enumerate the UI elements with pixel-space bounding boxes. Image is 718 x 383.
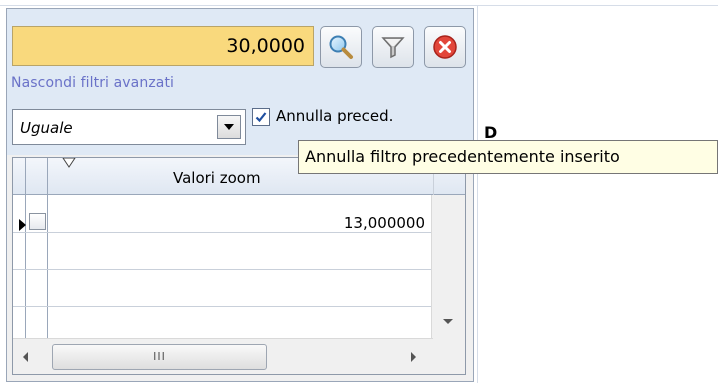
tooltip: Annulla filtro precedentemente inserito — [298, 140, 718, 174]
hide-advanced-filters-link[interactable]: Nascondi filtri avanzati — [11, 75, 174, 91]
close-icon — [433, 35, 457, 59]
checkmark-icon — [255, 112, 267, 123]
filter-panel: 30,0000 Nascondi filtri avanzati Uguale — [6, 8, 474, 382]
operator-select-value: Uguale — [20, 119, 73, 137]
filter-value-field[interactable]: 30,0000 — [12, 26, 314, 66]
row-divider — [13, 232, 433, 233]
annulla-preced-checkbox[interactable] — [252, 108, 270, 126]
clear-filter-button[interactable] — [424, 26, 466, 68]
values-grid: Valori zoom 13,000000 III — [12, 157, 466, 375]
filter-button[interactable] — [372, 26, 414, 68]
scroll-left-arrow-icon[interactable] — [23, 352, 28, 362]
column-header-valori-zoom[interactable]: Valori zoom — [173, 169, 261, 187]
vertical-scrollbar[interactable] — [431, 195, 465, 338]
row-checkbox[interactable] — [29, 213, 46, 230]
row-divider — [13, 269, 433, 270]
background-gridline — [0, 5, 718, 6]
current-row-indicator — [19, 219, 26, 231]
grid-divider — [25, 158, 26, 338]
search-icon — [329, 35, 353, 59]
chevron-down-icon — [224, 124, 234, 130]
horizontal-scrollbar[interactable]: III — [13, 338, 433, 374]
horizontal-scroll-thumb[interactable]: III — [52, 344, 267, 370]
search-button[interactable] — [320, 26, 362, 68]
operator-select[interactable]: Uguale — [12, 109, 246, 145]
scrollbar-corner — [433, 338, 465, 374]
operator-dropdown-button[interactable] — [217, 115, 241, 139]
column-filter-icon[interactable] — [62, 157, 76, 169]
background-gridline — [477, 5, 478, 383]
scroll-right-arrow-icon[interactable] — [411, 352, 416, 362]
grid-divider — [47, 158, 48, 338]
row-divider — [13, 306, 433, 307]
annulla-preced-label: Annulla preced. — [276, 107, 394, 125]
table-cell-value[interactable]: 13,000000 — [344, 214, 425, 232]
funnel-icon — [381, 37, 405, 59]
scroll-down-arrow-icon[interactable] — [443, 319, 453, 324]
